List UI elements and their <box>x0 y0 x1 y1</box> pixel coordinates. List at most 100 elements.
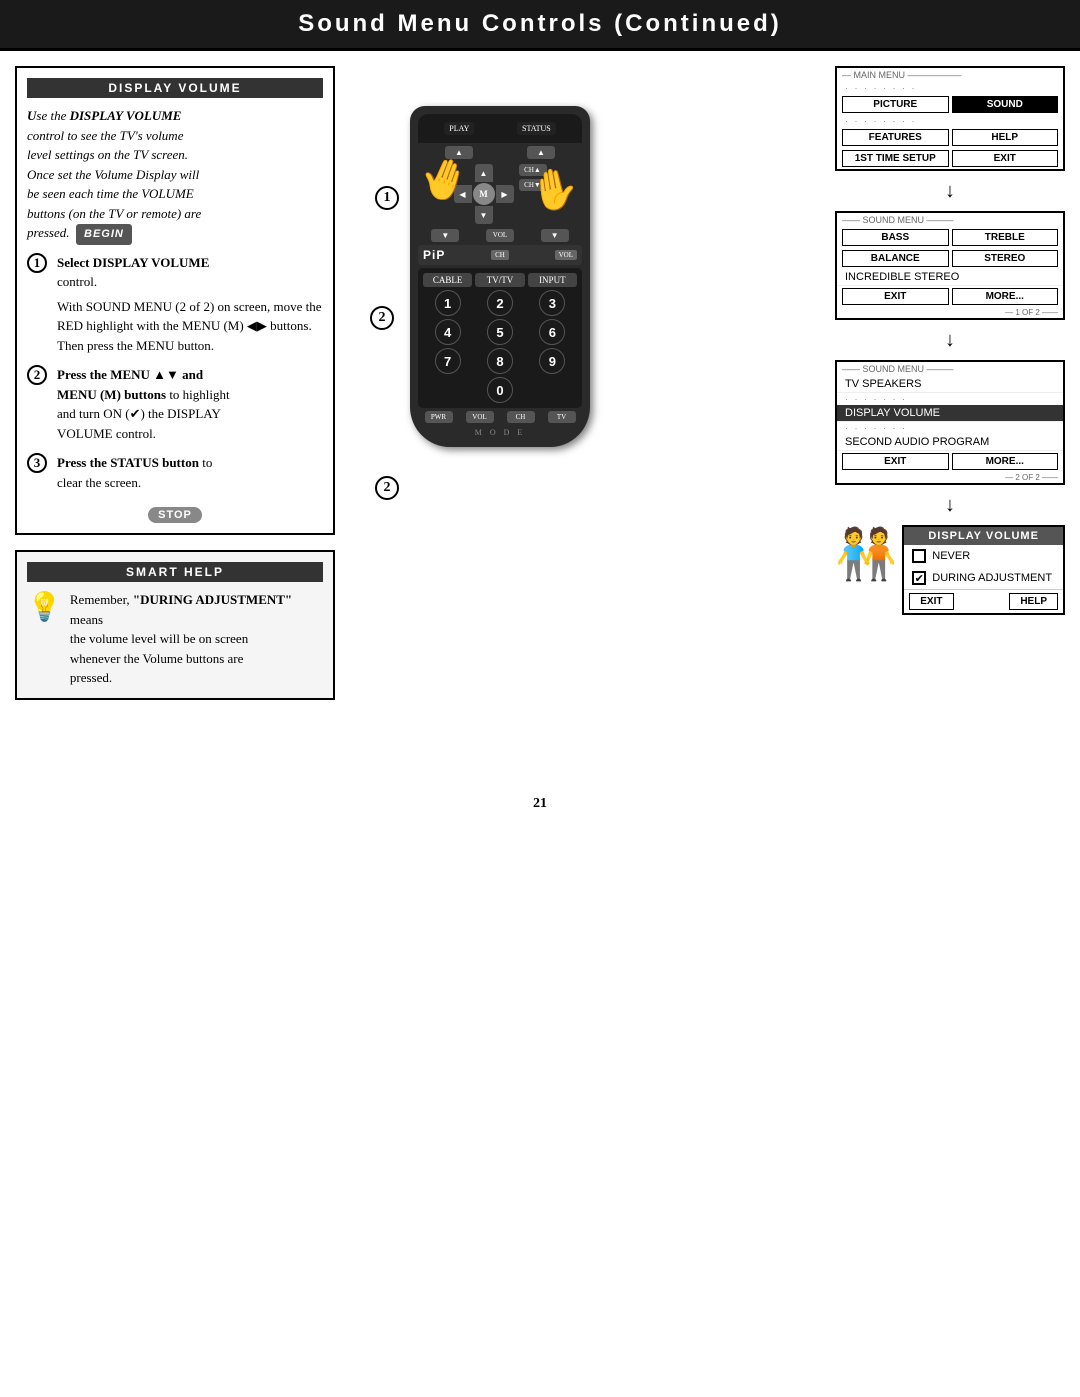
play-btn[interactable]: PLAY <box>444 122 474 135</box>
sound-btn[interactable]: SOUND <box>952 96 1059 113</box>
exit-sound-1-btn[interactable]: EXIT <box>842 288 949 305</box>
treble-btn[interactable]: TREBLE <box>952 229 1059 246</box>
smart-help-text: Remember, "DURING ADJUSTMENT" means the … <box>70 590 323 688</box>
exit-sound-2-btn[interactable]: EXIT <box>842 453 949 470</box>
num-0-btn[interactable]: 0 <box>487 377 513 403</box>
sound-menu-1-page: — 1 OF 2 —— <box>837 307 1063 318</box>
during-checkbox[interactable]: ✔ <box>912 571 926 585</box>
person-illustration: 🧑‍🤝‍🧑 <box>835 525 897 584</box>
display-vol-menu-title: DISPLAY VOLUME <box>904 527 1063 545</box>
input-btn[interactable]: INPUT <box>528 273 577 287</box>
picture-btn[interactable]: PICTURE <box>842 96 949 113</box>
num-9-btn[interactable]: 9 <box>539 348 565 374</box>
vol-down-btn[interactable]: ▼ <box>541 229 569 242</box>
right-column: 1 2 2 🤚 ✋ PLAY STATUS ▲ ▲ <box>350 66 1065 766</box>
power-btn[interactable]: PWR <box>425 411 453 423</box>
num-3-btn[interactable]: 3 <box>539 290 565 316</box>
help-btn[interactable]: HELP <box>952 129 1059 146</box>
ch-down-btn[interactable]: ▼ <box>431 229 459 242</box>
num-1-btn[interactable]: 1 <box>435 290 461 316</box>
never-option-row: NEVER <box>904 545 1063 567</box>
step-2-bold: Press the MENU ▲▼ and MENU (M) buttons <box>57 367 203 402</box>
more-sound-1-btn[interactable]: MORE... <box>952 288 1059 305</box>
exit-main-btn[interactable]: EXIT <box>952 150 1059 167</box>
tv-btn[interactable]: TV <box>548 411 576 423</box>
display-vol-help-btn[interactable]: HELP <box>1009 593 1058 610</box>
pip-btn-1[interactable]: CH <box>491 250 509 260</box>
stop-badge: STOP <box>148 507 202 523</box>
sound-menu-1-screen: —— SOUND MENU ——— BASS TREBLE BALANCE ST… <box>835 211 1065 320</box>
num-7-btn[interactable]: 7 <box>435 348 461 374</box>
display-vol-area: 🧑‍🤝‍🧑 DISPLAY VOLUME NEVER ✔ DURING ADJU… <box>835 525 1065 615</box>
main-menu-label: — MAIN MENU —————— <box>837 68 1063 82</box>
second-audio-item[interactable]: SECOND AUDIO PROGRAM <box>837 434 1063 451</box>
step-circle-3: 2 <box>375 476 399 500</box>
num-8-btn[interactable]: 8 <box>487 348 513 374</box>
display-volume-menu-screen: DISPLAY VOLUME NEVER ✔ DURING ADJUSTMENT… <box>902 525 1065 615</box>
display-volume-box: DISPLAY VOLUME Use the DISPLAY VOLUME co… <box>15 66 335 535</box>
remote-top: PLAY STATUS <box>418 114 582 143</box>
main-menu-dots: · · · · · · · · <box>837 82 1063 94</box>
sound-menu-1-label: —— SOUND MENU ——— <box>837 213 1063 227</box>
remote-bottom-row: PWR VOL CH TV <box>418 411 582 423</box>
vol-bottom-btn[interactable]: VOL <box>466 411 494 423</box>
hand-2-icon: ✋ <box>526 162 583 217</box>
step-1-text: control. <box>57 274 97 289</box>
bass-btn[interactable]: BASS <box>842 229 949 246</box>
arrow-3: ↓ <box>835 495 1065 515</box>
number-grid: 1 2 3 4 5 6 7 8 9 <box>423 290 577 374</box>
ch-bottom-btn[interactable]: CH <box>507 411 535 423</box>
tv-input-btn[interactable]: TV/TV <box>475 273 524 287</box>
num-4-btn[interactable]: 4 <box>435 319 461 345</box>
d-pad-up[interactable]: ▲ <box>475 164 493 182</box>
balance-btn[interactable]: BALANCE <box>842 250 949 267</box>
intro-text: Use the DISPLAY VOLUME control to see th… <box>27 106 323 245</box>
main-menu-screen: — MAIN MENU —————— · · · · · · · · PICTU… <box>835 66 1065 171</box>
arrow-1: ↓ <box>835 181 1065 201</box>
sound-menu-2-dots-2: · · · · · · · <box>837 422 1063 434</box>
more-sound-2-btn[interactable]: MORE... <box>952 453 1059 470</box>
page-header: Sound Menu Controls (Continued) <box>0 0 1080 51</box>
left-column: DISPLAY VOLUME Use the DISPLAY VOLUME co… <box>15 66 335 766</box>
pip-label: PiP <box>423 248 445 262</box>
smart-help-content: 💡 Remember, "DURING ADJUSTMENT" means th… <box>27 590 323 688</box>
display-volume-item[interactable]: DISPLAY VOLUME <box>837 405 1063 422</box>
menu-center-btn[interactable]: M <box>473 183 495 205</box>
features-btn[interactable]: FEATURES <box>842 129 949 146</box>
num-2-btn[interactable]: 2 <box>487 290 513 316</box>
pip-btn-2[interactable]: VOL <box>555 250 577 260</box>
main-menu-row-1: PICTURE SOUND <box>837 94 1063 115</box>
incredible-stereo-item[interactable]: INCREDIBLE STEREO <box>837 269 1063 286</box>
main-menu-row-3: 1ST TIME SETUP EXIT <box>837 148 1063 169</box>
cable-btn[interactable]: CABLE <box>423 273 472 287</box>
num-6-btn[interactable]: 6 <box>539 319 565 345</box>
never-checkbox[interactable] <box>912 549 926 563</box>
sound-menu-2-label: —— SOUND MENU ——— <box>837 362 1063 376</box>
menu-screens: — MAIN MENU —————— · · · · · · · · PICTU… <box>835 66 1065 615</box>
display-vol-footer: EXIT HELP <box>904 589 1063 613</box>
begin-badge: BEGIN <box>76 224 132 245</box>
main-content: DISPLAY VOLUME Use the DISPLAY VOLUME co… <box>0 51 1080 781</box>
vol-label: VOL <box>486 229 514 242</box>
arrow-2: ↓ <box>835 330 1065 350</box>
during-label: DURING ADJUSTMENT <box>932 572 1052 584</box>
step-1-bold: Select DISPLAY VOLUME <box>57 255 209 270</box>
num-5-btn[interactable]: 5 <box>487 319 513 345</box>
main-menu-dots-2: · · · · · · · · <box>837 115 1063 127</box>
vol-up-btn[interactable]: ▲ <box>527 146 555 159</box>
page-number: 21 <box>0 781 1080 827</box>
d-pad-down[interactable]: ▼ <box>475 206 493 224</box>
tv-speakers-item[interactable]: TV SPEAKERS <box>837 376 1063 393</box>
step-circle-1: 1 <box>375 186 399 210</box>
d-pad-right[interactable]: ▶ <box>496 185 514 203</box>
status-btn[interactable]: STATUS <box>517 122 556 135</box>
channel-vol-down-row: ▼ VOL ▼ <box>418 229 582 242</box>
step-3: 3 Press the STATUS button to clear the s… <box>27 453 323 492</box>
sound-menu-1-row-2: BALANCE STEREO <box>837 248 1063 269</box>
display-vol-exit-btn[interactable]: EXIT <box>909 593 953 610</box>
main-menu-row-2: FEATURES HELP <box>837 127 1063 148</box>
smart-help-header: SMART HELP <box>27 562 323 582</box>
page-title: Sound Menu Controls (Continued) <box>298 10 782 37</box>
1st-time-setup-btn[interactable]: 1ST TIME SETUP <box>842 150 949 167</box>
stereo-btn[interactable]: STEREO <box>952 250 1059 267</box>
